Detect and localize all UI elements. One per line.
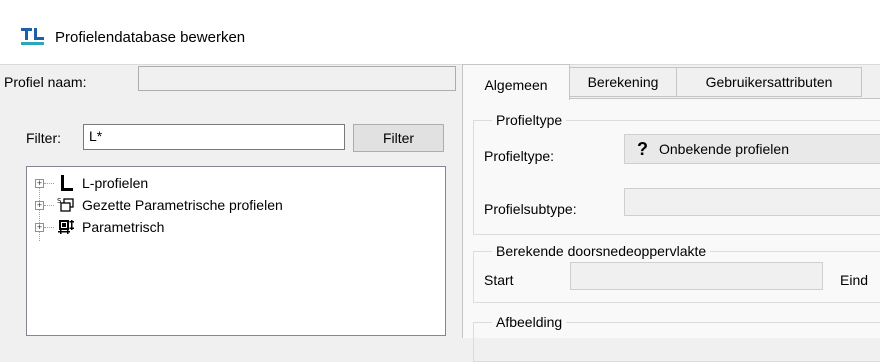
tab-berekening[interactable]: Berekening: [569, 67, 677, 97]
area-start-field[interactable]: [570, 262, 823, 290]
tree-connector: [44, 205, 54, 206]
expand-icon[interactable]: +: [35, 223, 44, 232]
filter-input[interactable]: L*: [83, 124, 345, 150]
tree-item-gezette-parametrische-profielen[interactable]: + S Gezette Parametrische profielen: [27, 195, 387, 215]
profiletype-select[interactable]: ? Onbekende profielen: [624, 134, 880, 164]
profile-tree[interactable]: + L-profielen + S Gezette Parametrische …: [26, 166, 446, 336]
tab-panel-algemeen: Profieltype Profieltype: ? Onbekende pro…: [462, 98, 880, 362]
expand-icon[interactable]: +: [35, 179, 44, 188]
l-profile-icon: [61, 175, 73, 191]
area-end-label: Eind: [840, 272, 869, 288]
profiletype-group: Profieltype Profieltype: ? Onbekende pro…: [473, 111, 880, 235]
tab-algemeen[interactable]: Algemeen: [462, 64, 570, 100]
profiletype-value: Onbekende profielen: [659, 141, 789, 157]
window-title: Profielendatabase bewerken: [55, 29, 246, 46]
tab-bar: Algemeen Berekening Gebruikersattributen: [462, 64, 880, 100]
unknown-profile-icon: ?: [637, 139, 648, 159]
area-group: Berekende doorsnedeoppervlakte Start Ein…: [473, 242, 880, 303]
tree-item-label: Parametrisch: [82, 219, 165, 235]
expand-icon[interactable]: +: [35, 201, 44, 210]
tree-connector: [44, 227, 54, 228]
image-group: Afbeelding: [473, 313, 880, 362]
tree-item-parametrisch[interactable]: + Parametrisch: [27, 217, 287, 237]
profile-name-label: Profiel naam:: [4, 74, 87, 90]
subtype-field[interactable]: [624, 188, 880, 216]
profiletype-label: Profieltype:: [484, 148, 555, 164]
filter-label: Filter:: [26, 130, 61, 146]
subtype-label: Profielsubtype:: [484, 201, 577, 217]
tree-item-label: Gezette Parametrische profielen: [82, 197, 283, 213]
tree-item-label: L-profielen: [82, 175, 149, 191]
filter-button[interactable]: Filter: [353, 124, 444, 152]
tree-connector: [44, 183, 54, 184]
tree-item-l-profielen[interactable]: + L-profielen: [27, 173, 327, 193]
image-group-title: Afbeelding: [492, 313, 567, 331]
area-start-label: Start: [484, 272, 514, 288]
area-group-title: Berekende doorsnedeoppervlakte: [492, 242, 711, 260]
parametric-icon: [58, 220, 74, 234]
profile-name-field[interactable]: [138, 66, 456, 91]
profile-database-icon: [21, 28, 44, 45]
folded-parametric-icon: S: [57, 197, 74, 212]
profiletype-group-title: Profieltype: [492, 111, 567, 129]
tab-gebruikersattributen[interactable]: Gebruikersattributen: [676, 67, 862, 97]
title-bar: Profielendatabase bewerken: [0, 0, 880, 64]
